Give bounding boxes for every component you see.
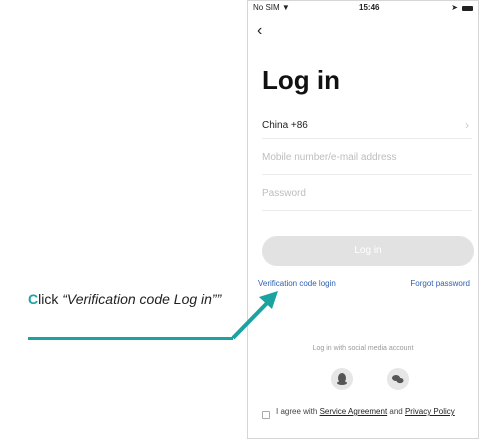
arrow-icon	[231, 291, 278, 340]
